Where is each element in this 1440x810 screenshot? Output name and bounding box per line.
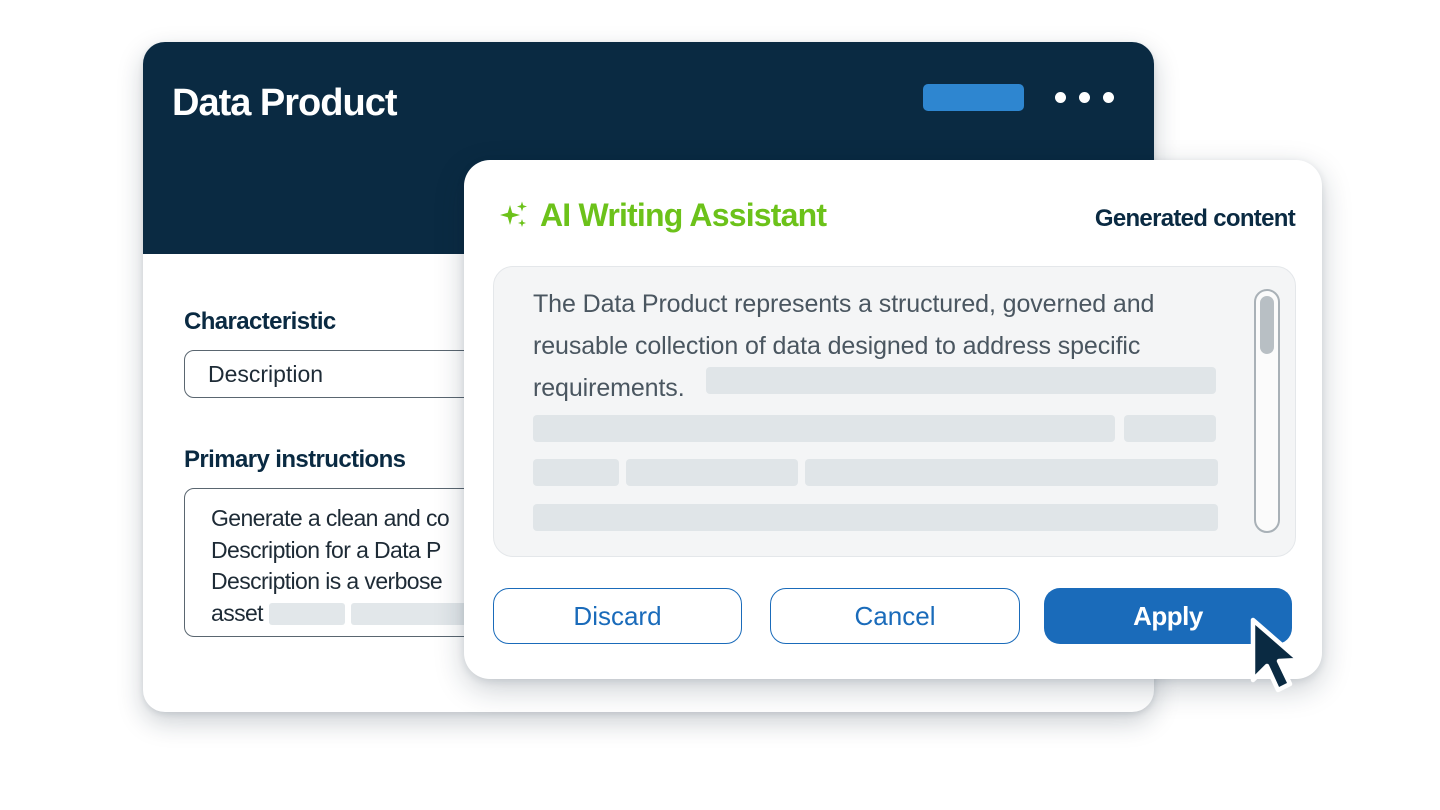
scrollbar[interactable] <box>1254 289 1280 533</box>
placeholder-skeleton <box>626 459 798 486</box>
characteristic-label: Characteristic <box>184 308 336 335</box>
cancel-button[interactable]: Cancel <box>770 588 1020 644</box>
generated-content-panel[interactable]: The Data Product represents a structured… <box>493 266 1296 557</box>
placeholder-skeleton <box>350 602 481 625</box>
ai-writing-assistant-dialog: AI Writing Assistant Generated content T… <box>464 160 1322 679</box>
discard-button[interactable]: Discard <box>493 588 742 644</box>
placeholder-skeleton <box>533 504 1218 531</box>
page-title: Data Product <box>172 82 397 124</box>
dialog-title: AI Writing Assistant <box>540 197 827 233</box>
sparkle-icon <box>500 201 527 227</box>
placeholder-skeleton <box>533 459 619 486</box>
primary-instructions-label: Primary instructions <box>184 446 406 473</box>
generated-content-label: Generated content <box>1094 205 1296 232</box>
placeholder-skeleton <box>533 415 1115 442</box>
scrollbar-thumb[interactable] <box>1260 296 1274 354</box>
placeholder-skeleton <box>706 367 1216 394</box>
placeholder-skeleton <box>805 459 1218 486</box>
placeholder-skeleton <box>268 602 345 625</box>
more-dots-icon[interactable] <box>1055 90 1114 104</box>
header-action-pill[interactable] <box>923 84 1024 111</box>
placeholder-skeleton <box>1124 415 1216 442</box>
cursor-icon <box>1250 617 1302 693</box>
